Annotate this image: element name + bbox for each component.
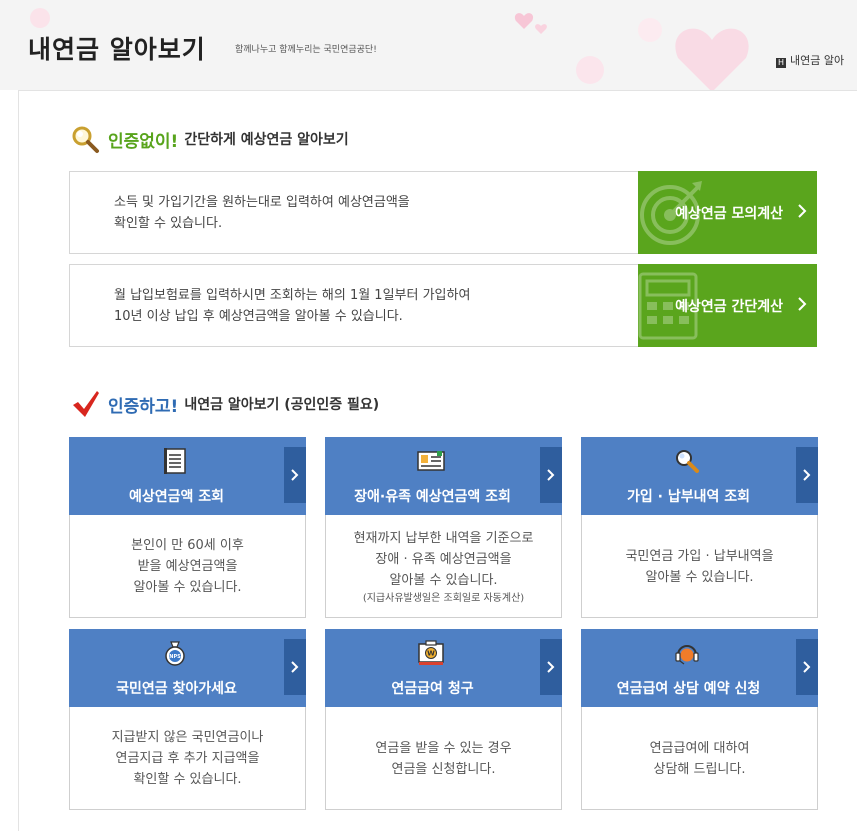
payment-terminal-icon: W [418,640,444,665]
chevron-right-icon [291,469,299,481]
card-title: 가입 · 납부내역 조회 [627,489,750,505]
section-sub-label: 내연금 알아보기 (공인인증 필요) [184,397,380,413]
breadcrumb[interactable]: H 내연금 알아 [776,52,844,68]
card-description: 본인이 만 60세 이후 받을 예상연금액을 알아볼 수 있습니다. [131,538,244,595]
svg-text:W: W [427,650,435,658]
magnifier-icon [676,450,699,473]
card-title: 연금급여 상담 예약 신청 [616,681,761,697]
money-bag-icon: NPS [165,641,185,666]
card-disability-survivor: 장애·유족 예상연금액 조회 현재까지 납부한 내역을 기준으로 장애 · 유족… [325,437,562,618]
chevron-right-icon [803,469,811,481]
simple-calculation-button[interactable]: 예상연금 간단계산 [638,264,817,347]
consultation-reservation-button[interactable]: 연금급여 상담 예약 신청 [581,629,818,707]
card-arrow[interactable] [284,447,306,503]
card-pension-claim: W 연금급여 청구 연금을 받을 수 있는 경우 연금을 신청합니다. [325,629,562,810]
card-description: 지급받지 않은 국민연금이나 연금지급 후 추가 지급액을 확인할 수 있습니다… [111,730,264,787]
pension-claim-button[interactable]: W 연금급여 청구 [325,629,562,707]
card-arrow[interactable] [796,447,818,503]
chevron-right-icon [547,661,555,673]
slogan-text: 함께나누고 함께누리는 국민연금공단! [235,45,377,55]
card-arrow[interactable] [540,639,562,695]
mock-calculation-label: 예상연금 모의계산 [675,205,783,222]
card-expected-pension: 예상연금액 조회 본인이 만 60세 이후 받을 예상연금액을 알아볼 수 있습… [69,437,306,618]
document-list-icon [164,448,186,474]
simple-calculation-label: 예상연금 간단계산 [675,298,783,315]
enrollment-payment-button[interactable]: 가입 · 납부내역 조회 [581,437,818,515]
card-description: 현재까지 납부한 내역을 기준으로 장애 · 유족 예상연금액을 알아볼 수 있… [353,530,534,604]
chevron-right-icon [798,204,807,218]
svg-text:NPS: NPS [169,654,181,660]
calc-row-mock: 소득 및 가입기간을 원하는대로 입력하여 예상연금액을 확인할 수 있습니다.… [69,171,817,254]
headset-icon [675,645,699,665]
page-title: 내연금 알아보기 [28,35,206,64]
calc-row-description: 월 납입보험료를 입력하시면 조회하는 해의 1월 1일부터 가입하여 10년 … [114,288,471,324]
section-strong-label: 인증없이! [108,131,179,152]
chevron-right-icon [798,297,807,311]
card-description: 연금을 받을 수 있는 경우 연금을 신청합니다. [375,740,512,777]
home-icon[interactable]: H [776,58,786,68]
page-header: 내연금 알아보기 함께나누고 함께누리는 국민연금공단! H 내연금 알아 [0,0,857,90]
chevron-right-icon [291,661,299,673]
card-arrow[interactable] [284,639,306,695]
calc-row-description: 소득 및 가입기간을 원하는대로 입력하여 예상연금액을 확인할 수 있습니다. [114,195,410,231]
card-consultation-reservation: 연금급여 상담 예약 신청 연금급여에 대하여 상담해 드립니다. [581,629,818,810]
section-sub-label: 간단하게 예상연금 알아보기 [184,132,349,148]
mock-calculation-button[interactable]: 예상연금 모의계산 [638,171,817,254]
disability-survivor-button[interactable]: 장애·유족 예상연금액 조회 [325,437,562,515]
section-heading-auth: 인증하고! 내연금 알아보기 (공인인증 필요) [70,389,379,419]
checkmark-icon [73,391,99,417]
chevron-right-icon [803,661,811,673]
card-description: 연금급여에 대하여 상담해 드립니다. [649,740,750,777]
card-title: 연금급여 청구 [391,681,474,697]
find-pension-button[interactable]: NPS 국민연금 찾아가세요 [69,629,306,707]
section-heading-no-auth: 인증없이! 간단하게 예상연금 알아보기 [70,124,349,154]
card-title: 국민연금 찾아가세요 [116,681,237,697]
card-arrow[interactable] [796,639,818,695]
chevron-right-icon [547,469,555,481]
expected-pension-button[interactable]: 예상연금액 조회 [69,437,306,515]
card-note: (지급사유발생일은 조회일로 자동계산) [362,592,525,604]
section-strong-label: 인증하고! [108,396,179,417]
card-enrollment-payment: 가입 · 납부내역 조회 국민연금 가입 · 납부내역을 알아볼 수 있습니다. [581,437,818,618]
card-description: 국민연금 가입 · 납부내역을 알아볼 수 있습니다. [625,548,774,585]
card-find-pension: NPS 국민연금 찾아가세요 지급받지 않은 국민연금이나 연금지급 후 추가 … [69,629,306,810]
breadcrumb-current: 내연금 알아 [790,54,845,67]
id-card-icon [417,451,445,471]
card-title: 예상연금액 조회 [128,489,225,505]
card-title: 장애·유족 예상연금액 조회 [354,489,511,505]
calc-row-simple: 월 납입보험료를 입력하시면 조회하는 해의 1월 1일부터 가입하여 10년 … [69,264,817,347]
magnifier-icon [72,126,99,153]
card-arrow[interactable] [540,447,562,503]
